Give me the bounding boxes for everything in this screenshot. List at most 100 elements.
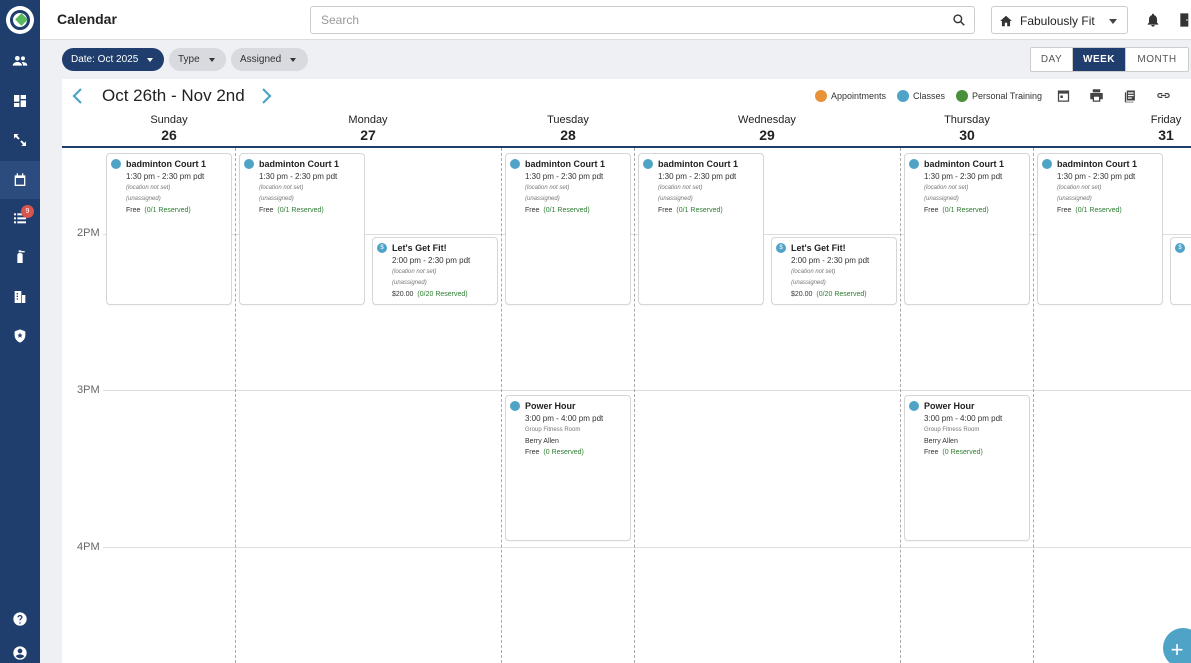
- event-card[interactable]: badminton Court 1 1:30 pm - 2:30 pm pdt …: [904, 153, 1030, 305]
- shield-star-icon[interactable]: [0, 317, 40, 355]
- event-time: 3:00 pm - 4:00 pm pdt: [525, 414, 604, 423]
- event-assignee: (unassigned): [259, 196, 294, 202]
- day-number: 31: [1158, 127, 1174, 143]
- view-month-button[interactable]: MONTH: [1126, 48, 1188, 71]
- next-week-button[interactable]: [259, 87, 273, 105]
- page-title: Calendar: [57, 11, 117, 27]
- event-assignee: Berry Allen: [924, 438, 958, 445]
- event-time: 3:00 pm - 4:00 pm pdt: [924, 414, 1003, 423]
- event-location: (location not set): [525, 185, 570, 191]
- type-filter[interactable]: Type: [169, 48, 226, 71]
- fire-extinguisher-icon[interactable]: [0, 238, 40, 276]
- event-title: badminton Court 1: [924, 159, 1004, 169]
- event-price: Free: [924, 449, 939, 456]
- event-title: badminton Court 1: [525, 159, 605, 169]
- event-price: Free: [658, 207, 673, 214]
- event-time: 2:00 pm - 2:30 pm pdt: [392, 256, 471, 265]
- event-location: (location not set): [126, 185, 171, 191]
- event-assignee: (unassigned): [924, 196, 959, 202]
- day-header-thursday[interactable]: Thursday 30: [907, 114, 1027, 143]
- home-icon: [1000, 15, 1012, 27]
- event-assignee: (unassigned): [392, 280, 427, 286]
- event-card[interactable]: Power Hour 3:00 pm - 4:00 pm pdt Group F…: [904, 395, 1030, 541]
- export-icon[interactable]: [1123, 88, 1138, 103]
- logout-icon[interactable]: [1180, 12, 1191, 28]
- chevron-down-icon: [147, 57, 154, 62]
- classes-dot: [897, 90, 909, 102]
- date-range-title: Oct 26th - Nov 2nd: [102, 86, 245, 105]
- hour-line: [103, 547, 1191, 548]
- day-header-monday[interactable]: Monday 27: [308, 114, 428, 143]
- class-dot-icon: [111, 159, 121, 169]
- event-reserved: (0/1 Reserved): [543, 207, 590, 214]
- day-divider: [900, 148, 901, 663]
- account-icon[interactable]: [0, 634, 40, 663]
- day-header-friday[interactable]: Friday 31: [1106, 114, 1191, 143]
- day-header-sunday[interactable]: Sunday 26: [109, 114, 229, 143]
- search-icon[interactable]: [952, 13, 966, 27]
- date-filter[interactable]: Date: Oct 2025: [62, 48, 164, 71]
- event-card[interactable]: $ Let's Get Fit! 2:00 pm - 2:30 pm pdt (…: [771, 237, 897, 305]
- event-time: 1:30 pm - 2:30 pm pdt: [525, 172, 604, 181]
- day-name: Thursday: [944, 114, 990, 126]
- day-divider: [235, 148, 236, 663]
- day-divider: [1033, 148, 1034, 663]
- search-box[interactable]: [310, 6, 975, 34]
- org-name: Fabulously Fit: [1020, 14, 1095, 28]
- event-time: 1:30 pm - 2:30 pm pdt: [126, 172, 205, 181]
- day-name: Tuesday: [547, 114, 589, 126]
- event-assignee: Berry Allen: [525, 438, 559, 445]
- view-toggle: DAY WEEK MONTH: [1030, 47, 1189, 72]
- event-card[interactable]: badminton Court 1 1:30 pm - 2:30 pm pdt …: [638, 153, 764, 305]
- building-icon[interactable]: [0, 278, 40, 316]
- prev-week-button[interactable]: [71, 87, 85, 105]
- event-card[interactable]: badminton Court 1 1:30 pm - 2:30 pm pdt …: [505, 153, 631, 305]
- list-icon[interactable]: 9: [0, 199, 40, 237]
- class-dot-icon: [643, 159, 653, 169]
- event-price: Free: [525, 449, 540, 456]
- event-assignee: (unassigned): [791, 280, 826, 286]
- event-assignee: (unassigned): [658, 196, 693, 202]
- event-card[interactable]: $: [1170, 237, 1191, 305]
- calendar-picker-icon[interactable]: [1056, 88, 1071, 103]
- class-dot-icon: [510, 159, 520, 169]
- event-assignee: (unassigned): [525, 196, 560, 202]
- event-card[interactable]: badminton Court 1 1:30 pm - 2:30 pm pdt …: [239, 153, 365, 305]
- header-divider: [62, 146, 1191, 148]
- bell-icon[interactable]: [1145, 12, 1161, 28]
- class-dot-icon: [244, 159, 254, 169]
- org-selector[interactable]: Fabulously Fit: [991, 6, 1128, 34]
- view-day-button[interactable]: DAY: [1031, 48, 1073, 71]
- people-icon[interactable]: [0, 42, 40, 80]
- top-bar: Calendar Fabulously Fit: [40, 0, 1191, 40]
- event-card[interactable]: badminton Court 1 1:30 pm - 2:30 pm pdt …: [106, 153, 232, 305]
- day-header-tuesday[interactable]: Tuesday 28: [508, 114, 628, 143]
- search-input[interactable]: [321, 13, 941, 27]
- view-week-button[interactable]: WEEK: [1073, 48, 1126, 71]
- event-price: Free: [1057, 207, 1072, 214]
- legend-personal-training: Personal Training: [956, 90, 1042, 102]
- app-logo[interactable]: [6, 6, 34, 34]
- chevron-down-icon: [208, 57, 215, 62]
- calendar-icon[interactable]: [0, 161, 40, 199]
- event-card[interactable]: Power Hour 3:00 pm - 4:00 pm pdt Group F…: [505, 395, 631, 541]
- event-price: Free: [259, 207, 274, 214]
- event-card[interactable]: $ Let's Get Fit! 2:00 pm - 2:30 pm pdt (…: [372, 237, 498, 305]
- event-title: Let's Get Fit!: [392, 243, 447, 253]
- type-filter-label: Type: [178, 54, 200, 65]
- day-number: 30: [959, 127, 975, 143]
- time-label: 4PM: [77, 541, 100, 553]
- event-reserved: (0/1 Reserved): [676, 207, 723, 214]
- dashboard-icon[interactable]: [0, 82, 40, 120]
- event-card[interactable]: badminton Court 1 1:30 pm - 2:30 pm pdt …: [1037, 153, 1163, 305]
- time-label: 3PM: [77, 384, 100, 396]
- link-icon[interactable]: [1156, 88, 1171, 103]
- day-header-wednesday[interactable]: Wednesday 29: [707, 114, 827, 143]
- assigned-filter[interactable]: Assigned: [231, 48, 308, 71]
- chevron-down-icon: [1109, 19, 1117, 24]
- print-icon[interactable]: [1089, 88, 1104, 103]
- event-reserved: (0/20 Reserved): [417, 291, 468, 298]
- expand-icon[interactable]: [0, 121, 40, 159]
- help-icon[interactable]: [0, 600, 40, 638]
- legend-label: Classes: [913, 91, 946, 101]
